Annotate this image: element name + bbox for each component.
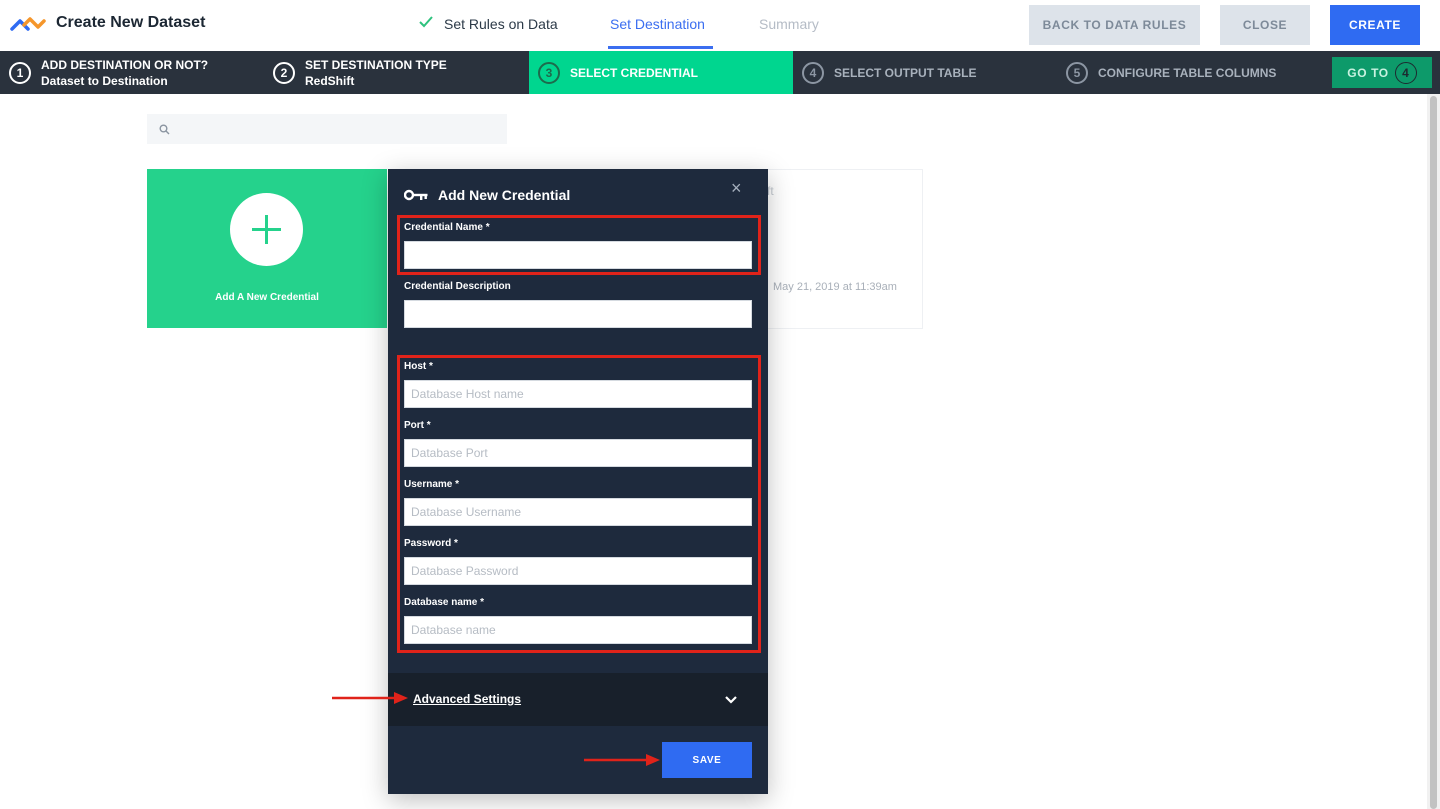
credential-description-input[interactable] [404, 300, 752, 328]
scrollbar-thumb[interactable] [1430, 96, 1437, 809]
step-2-title: SET DESTINATION TYPE [305, 57, 447, 72]
step-1-title: ADD DESTINATION OR NOT? [41, 57, 209, 72]
step-3-number: 3 [538, 61, 560, 84]
modal-title: Add New Credential [438, 187, 571, 203]
highlight-credential-name [397, 215, 761, 275]
page-scrollbar[interactable] [1427, 94, 1440, 809]
step-3-title: SELECT CREDENTIAL [570, 65, 699, 80]
step-4[interactable]: 4 SELECT OUTPUT TABLE [802, 51, 976, 94]
check-icon [419, 16, 433, 28]
step-5[interactable]: 5 CONFIGURE TABLE COLUMNS [1066, 51, 1276, 94]
add-new-credential-label: Add A New Credential [215, 292, 319, 303]
tab-set-rules-label: Set Rules on Data [444, 16, 558, 32]
step-bar: 1 ADD DESTINATION OR NOT? Dataset to Des… [0, 51, 1440, 94]
go-to-step-button[interactable]: GO TO 4 [1332, 57, 1432, 88]
search-input[interactable] [147, 114, 507, 144]
credential-description-label: Credential Description [404, 281, 511, 292]
step-1[interactable]: 1 ADD DESTINATION OR NOT? Dataset to Des… [9, 51, 208, 94]
tab-summary[interactable]: Summary [759, 16, 819, 32]
tab-set-destination[interactable]: Set Destination [610, 16, 705, 32]
credential-card-date: May 21, 2019 at 11:39am [773, 281, 897, 293]
highlight-connection-fields [397, 355, 761, 653]
add-circle [230, 193, 303, 266]
add-credential-modal: Add New Credential × Credential Name * C… [388, 169, 768, 794]
step-5-title: CONFIGURE TABLE COLUMNS [1098, 65, 1277, 80]
tab-set-rules[interactable]: Set Rules on Data [418, 16, 558, 32]
annotation-arrow-save [584, 754, 660, 766]
go-to-step-number: 4 [1394, 61, 1417, 84]
create-button[interactable]: CREATE [1330, 5, 1420, 45]
credential-card-title: ft [767, 184, 774, 198]
save-button[interactable]: SAVE [662, 742, 752, 778]
step-2-subtitle: RedShift [305, 73, 355, 88]
annotation-arrow-advanced [332, 692, 408, 704]
advanced-settings-link[interactable]: Advanced Settings [413, 692, 521, 706]
step-2-number: 2 [273, 61, 295, 84]
step-4-title: SELECT OUTPUT TABLE [834, 65, 977, 80]
app-logo-icon [10, 17, 46, 31]
step-1-number: 1 [9, 61, 31, 84]
plus-icon [252, 215, 281, 244]
key-icon [404, 189, 428, 201]
step-3-active[interactable]: 3 SELECT CREDENTIAL [529, 51, 793, 94]
go-to-label: GO TO [1347, 65, 1389, 80]
close-button[interactable]: CLOSE [1220, 5, 1310, 45]
advanced-settings-section[interactable]: Advanced Settings [388, 673, 768, 726]
add-new-credential-card[interactable]: Add A New Credential [147, 169, 387, 328]
search-icon [159, 124, 170, 135]
existing-credential-card[interactable]: ft May 21, 2019 at 11:39am [760, 169, 923, 329]
step-1-subtitle: Dataset to Destination [41, 73, 168, 88]
top-bar: Create New Dataset Set Rules on Data Set… [0, 0, 1440, 50]
active-tab-indicator [608, 46, 713, 49]
close-icon[interactable]: × [731, 178, 742, 199]
app-title: Create New Dataset [56, 14, 206, 31]
step-2[interactable]: 2 SET DESTINATION TYPE RedShift [273, 51, 447, 94]
step-4-number: 4 [802, 61, 824, 84]
chevron-down-icon[interactable] [724, 695, 738, 705]
back-to-data-rules-button[interactable]: BACK TO DATA RULES [1029, 5, 1200, 45]
step-5-number: 5 [1066, 61, 1088, 84]
